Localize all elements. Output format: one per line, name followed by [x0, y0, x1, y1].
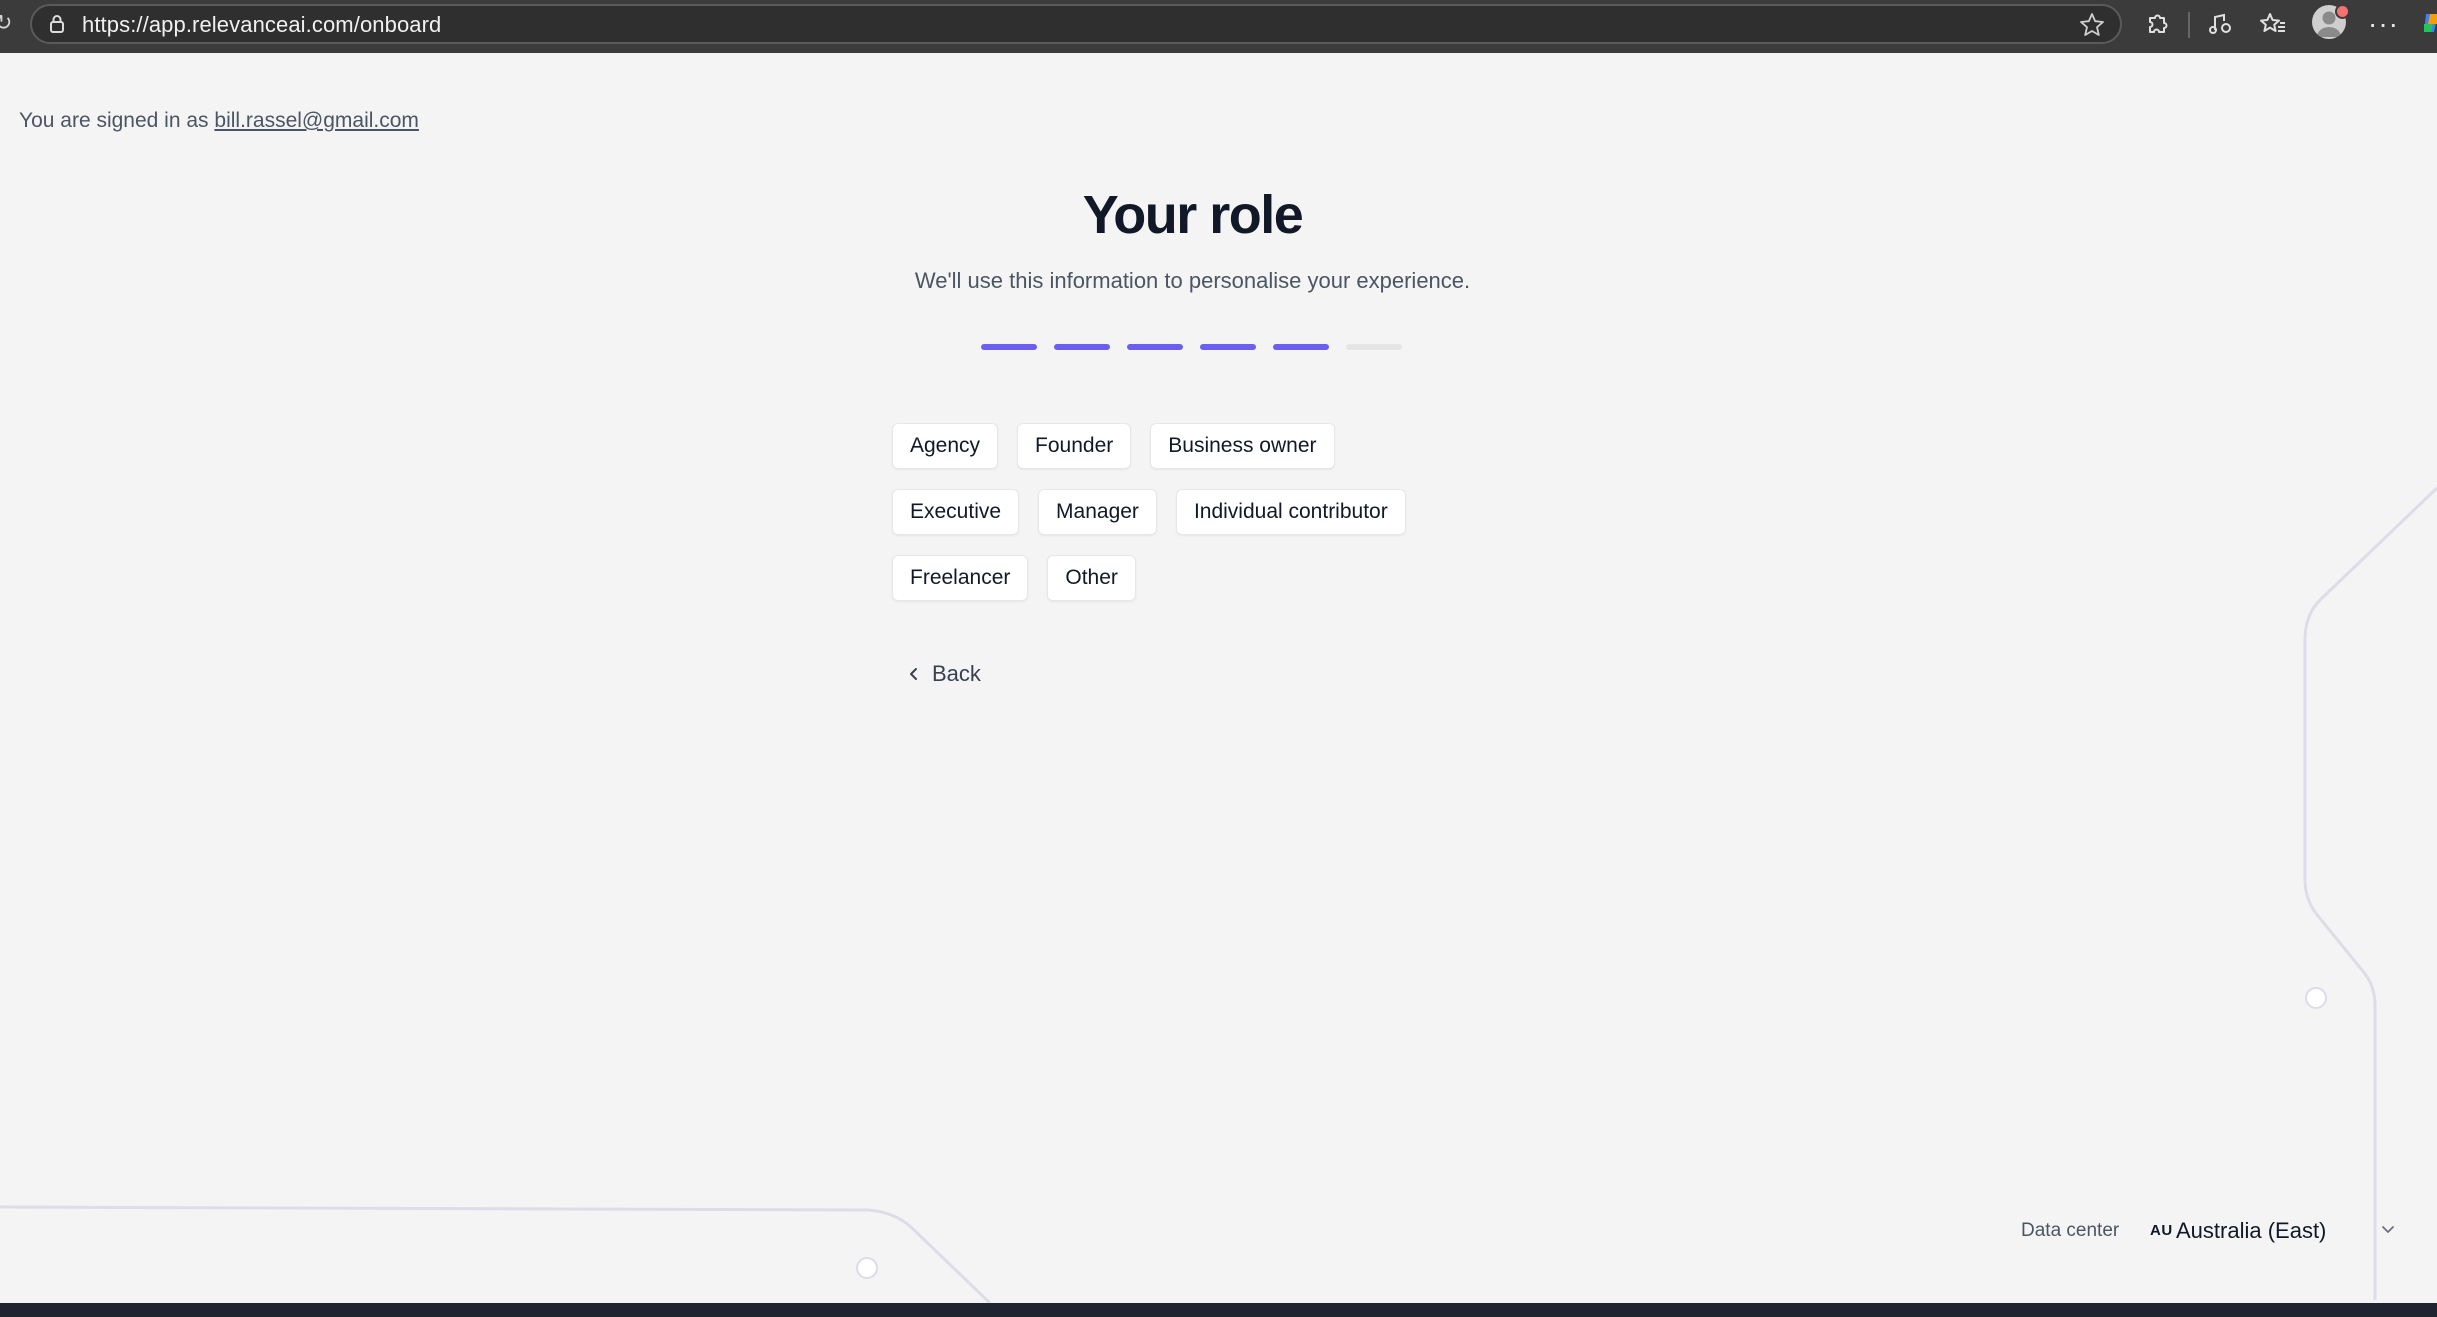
page-title: Your role — [1082, 185, 1304, 245]
signed-in-note: You are signed in as bill.rassel@gmail.c… — [19, 108, 419, 134]
role-option-executive[interactable]: Executive — [892, 489, 1020, 535]
progress-step — [1054, 344, 1110, 350]
role-option-other[interactable]: Other — [1047, 555, 1136, 601]
datacenter-select[interactable]: AU Australia (East) — [2148, 1212, 2400, 1250]
datacenter-label: Data center — [2021, 1220, 2120, 1241]
onboarding-progress — [981, 344, 1402, 350]
back-label: Back — [932, 661, 981, 686]
role-row: Freelancer Other — [892, 555, 1492, 601]
page-subtitle: We'll use this information to personalis… — [914, 268, 1471, 293]
datacenter-region-code: AU — [2150, 1222, 2173, 1239]
role-option-agency[interactable]: Agency — [892, 423, 999, 469]
copilot-icon[interactable] — [2422, 10, 2437, 36]
progress-step — [1346, 344, 1402, 350]
url-text[interactable]: https://app.relevanceai.com/onboard — [82, 12, 441, 38]
role-option-individual-contributor[interactable]: Individual contributor — [1175, 489, 1406, 535]
favorites-icon[interactable] — [2258, 9, 2288, 39]
datacenter-region-name: Australia (East) — [2176, 1218, 2327, 1243]
role-row: Executive Manager Individual contributor — [892, 489, 1492, 535]
more-icon[interactable]: ··· — [2368, 10, 2399, 38]
role-options: Agency Founder Business owner Executive … — [892, 423, 1492, 621]
progress-step — [1127, 344, 1183, 350]
reload-icon[interactable]: ↻ — [0, 12, 12, 34]
notification-dot — [2335, 4, 2350, 19]
signed-in-email-link[interactable]: bill.rassel@gmail.com — [214, 109, 419, 132]
chevron-left-icon — [910, 668, 917, 680]
lock-icon[interactable] — [46, 13, 68, 35]
progress-step — [1200, 344, 1256, 350]
extensions-icon[interactable] — [2142, 9, 2172, 39]
toolbar-divider — [2188, 12, 2190, 38]
back-button[interactable]: Back — [908, 660, 981, 688]
role-option-business-owner[interactable]: Business owner — [1150, 423, 1335, 469]
signed-in-prefix: You are signed in as — [19, 109, 209, 132]
role-option-manager[interactable]: Manager — [1038, 489, 1157, 535]
favorite-star-icon[interactable] — [2078, 11, 2106, 39]
chevron-down-icon — [2382, 1226, 2394, 1233]
address-bar[interactable]: https://app.relevanceai.com/onboard — [30, 4, 2122, 44]
role-option-freelancer[interactable]: Freelancer — [892, 555, 1029, 601]
role-option-founder[interactable]: Founder — [1017, 423, 1132, 469]
browser-toolbar: ↻ https://app.relevanceai.com/onboard ··… — [0, 0, 2437, 53]
role-row: Agency Founder Business owner — [892, 423, 1492, 469]
progress-step — [1273, 344, 1329, 350]
media-icon[interactable] — [2205, 9, 2235, 39]
progress-step — [981, 344, 1037, 350]
os-taskbar — [0, 1303, 2437, 1317]
